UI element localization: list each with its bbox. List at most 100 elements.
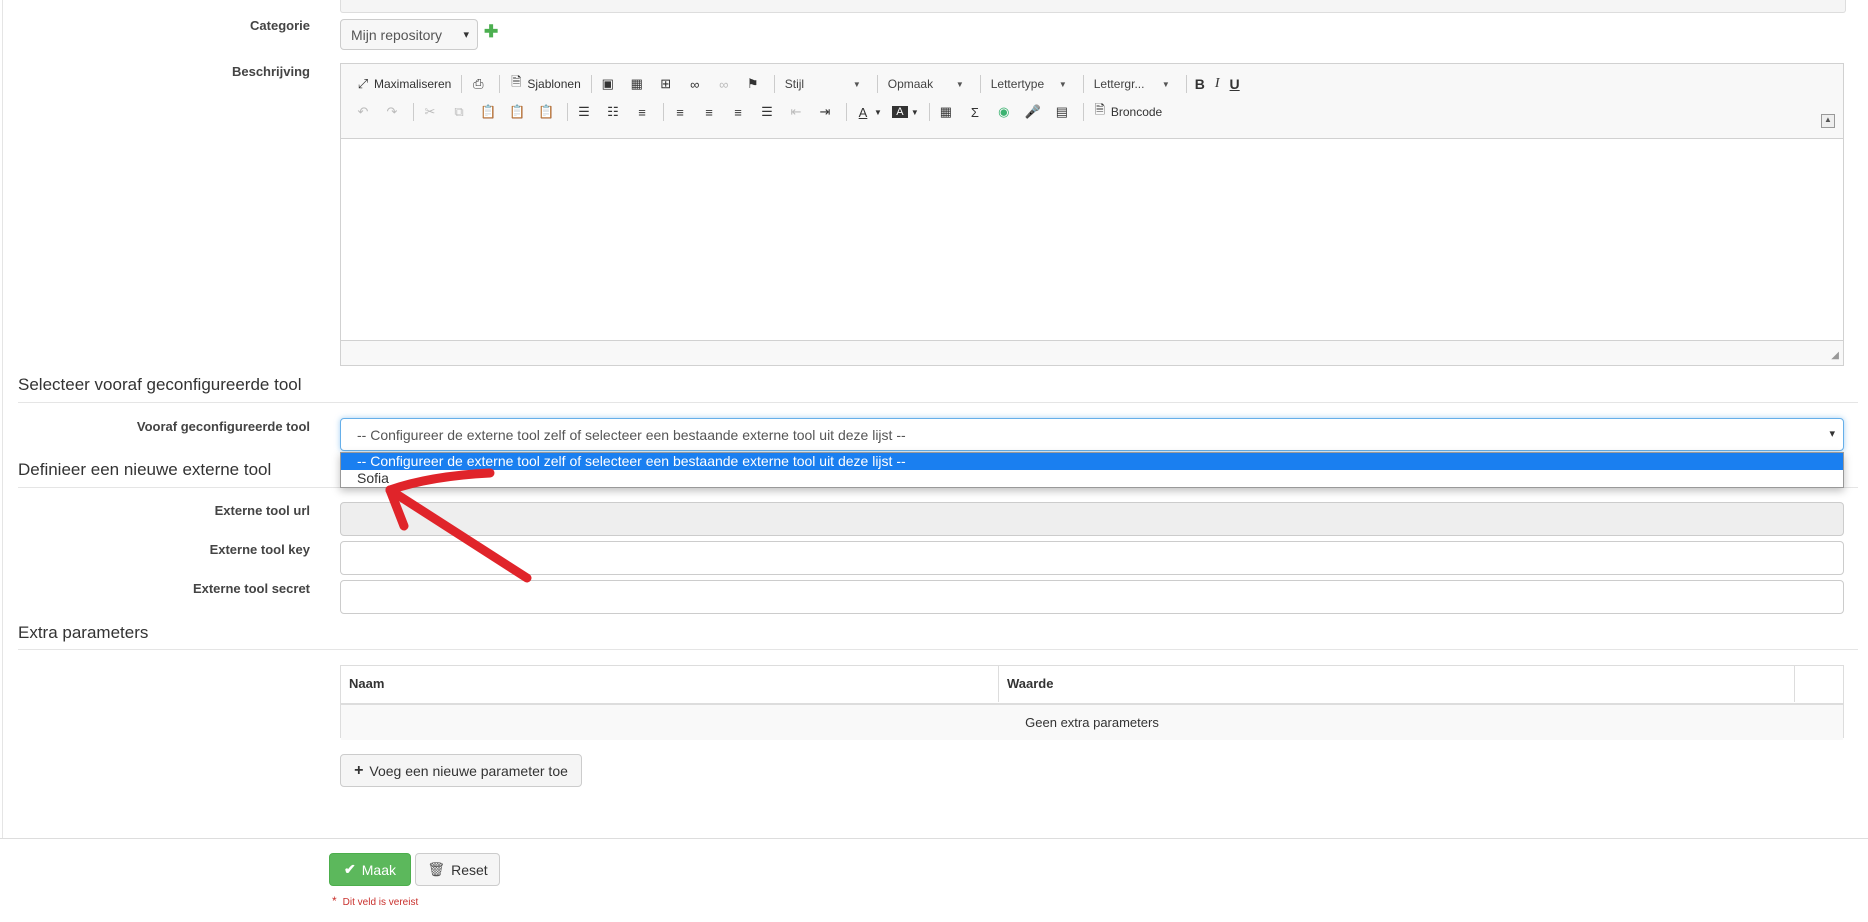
link-icon: ∞ xyxy=(690,76,700,92)
reset-button[interactable]: 🗑 Reset xyxy=(415,853,500,886)
divider xyxy=(18,649,1858,650)
plugin-button[interactable]: ◉ xyxy=(992,101,1019,123)
required-note-text: Dit veld is vereist xyxy=(342,897,419,908)
toolbar-separator xyxy=(1185,75,1187,93)
collapse-toolbar-icon[interactable]: ▲ xyxy=(1821,114,1835,128)
numbered-list-button[interactable]: ☰ xyxy=(572,101,599,123)
numbered-list-icon: ☰ xyxy=(578,104,590,119)
record-audio-button[interactable]: 🎤 xyxy=(1021,101,1048,123)
maximize-label: Maximaliseren xyxy=(374,77,452,91)
maximize-button[interactable]: ⤢ Maximaliseren xyxy=(351,73,455,95)
align-right-button[interactable]: ≡ xyxy=(726,101,753,123)
paste-icon: 📋 xyxy=(480,104,497,119)
divider xyxy=(18,402,1858,403)
chevron-down-icon: ▾ xyxy=(463,29,469,41)
embed-button[interactable]: ⊞ xyxy=(654,73,681,95)
justify-button[interactable]: ☰ xyxy=(755,101,782,123)
paste-button[interactable]: 📋 xyxy=(476,101,503,123)
flag-icon: ⚑ xyxy=(746,76,759,91)
align-center-button[interactable]: ≡ xyxy=(697,101,724,123)
trash-icon: 🗑 xyxy=(427,861,446,877)
categorie-select[interactable]: Mijn repository ▾ xyxy=(340,19,478,50)
copy-icon: ⧉ xyxy=(454,104,464,119)
italic-button[interactable]: I xyxy=(1211,73,1224,95)
preconfigured-tool-select[interactable]: -- Configureer de externe tool zelf of s… xyxy=(340,418,1844,451)
source-icon: 🗎 xyxy=(1094,102,1106,117)
toolbar-separator xyxy=(1082,75,1084,93)
reset-label: Reset xyxy=(451,861,488,878)
justify-icon: ☰ xyxy=(761,104,773,119)
underline-button[interactable]: U xyxy=(1226,73,1244,95)
column-header-actions xyxy=(1795,666,1843,702)
math-button[interactable]: Σ xyxy=(963,101,990,123)
font-combo-label: Lettertype xyxy=(990,77,1045,91)
outdent-button[interactable]: ⇤ xyxy=(784,101,811,123)
preconfigured-tool-select-value: -- Configureer de externe tool zelf of s… xyxy=(357,427,906,443)
print-button[interactable]: ⎙ xyxy=(466,73,493,95)
style-combo[interactable]: Stijl ▼ xyxy=(779,74,867,94)
unlink-button[interactable]: ∞ xyxy=(712,73,739,95)
source-button[interactable]: 🗎 Broncode xyxy=(1088,101,1166,123)
format-combo-label: Opmaak xyxy=(887,77,934,91)
font-size-combo[interactable]: Lettergr... ▼ xyxy=(1088,74,1176,94)
previous-field-edge xyxy=(340,0,1846,13)
background-color-icon: A xyxy=(891,106,908,118)
categorie-select-value: Mijn repository xyxy=(351,27,443,43)
background-color-button[interactable]: A ▼ xyxy=(888,101,923,123)
bulleted-list-button[interactable]: ☷ xyxy=(601,101,628,123)
toolbar-separator xyxy=(846,103,847,121)
toolbar-separator xyxy=(461,75,463,93)
toolbar-separator xyxy=(876,75,878,93)
snippet-button[interactable]: ▤ xyxy=(1050,101,1077,123)
beschrijving-label: Beschrijving xyxy=(231,64,310,79)
external-tool-secret-label: Externe tool secret xyxy=(192,581,310,596)
font-combo[interactable]: Lettertype ▼ xyxy=(985,74,1073,94)
text-color-button[interactable]: A ▼ xyxy=(851,101,886,123)
image-button[interactable]: ▣ xyxy=(596,73,623,95)
toolbar-separator xyxy=(1082,103,1084,121)
dropdown-option-sofia[interactable]: Sofia xyxy=(341,470,1843,487)
cut-button[interactable]: ✂ xyxy=(418,101,445,123)
copy-button[interactable]: ⧉ xyxy=(447,101,474,123)
redo-button[interactable]: ↷ xyxy=(380,101,407,123)
dropdown-arrow-icon: ▼ xyxy=(1161,79,1170,89)
add-category-icon[interactable]: ✚ xyxy=(484,22,498,42)
horizontal-rule-button[interactable]: ≡ xyxy=(630,101,657,123)
dropdown-arrow-icon: ▼ xyxy=(874,107,882,117)
bulleted-list-icon: ☷ xyxy=(607,104,619,119)
submit-button[interactable]: ✔ Maak xyxy=(329,853,411,886)
indent-button[interactable]: ⇥ xyxy=(813,101,840,123)
align-left-button[interactable]: ≡ xyxy=(668,101,695,123)
undo-button[interactable]: ↶ xyxy=(351,101,378,123)
dropdown-arrow-icon: ▼ xyxy=(852,79,861,89)
video-button[interactable]: ▦ xyxy=(625,73,652,95)
text-color-icon: A xyxy=(858,104,868,120)
templates-button[interactable]: 🗎 Sjablonen xyxy=(504,73,584,95)
anchor-button[interactable]: ⚑ xyxy=(741,73,768,95)
external-tool-url-label: Externe tool url xyxy=(214,503,310,518)
table-button[interactable]: ▦ xyxy=(934,101,961,123)
paste-text-button[interactable]: 📋 xyxy=(505,101,532,123)
link-button[interactable]: ∞ xyxy=(683,73,710,95)
external-tool-url-input[interactable] xyxy=(340,502,1844,536)
resize-handle-icon[interactable]: ◢ xyxy=(1831,350,1839,361)
bold-button[interactable]: B xyxy=(1191,73,1209,95)
external-tool-secret-input[interactable] xyxy=(340,580,1844,614)
external-tool-key-input[interactable] xyxy=(340,541,1844,575)
embed-icon: ⊞ xyxy=(660,76,672,91)
editor-toolbar-row-2: ↶ ↷ ✂ ⧉ 📋 📋 📋 ☰ ☷ ≡ ≡ ≡ ≡ ☰ ⇤ ⇥ A ▼ A ▼ ▦ … xyxy=(351,100,1168,124)
toolbar-separator xyxy=(590,75,592,93)
dropdown-option-configure[interactable]: -- Configureer de externe tool zelf of s… xyxy=(341,453,1843,470)
categorie-label: Categorie xyxy=(250,18,310,33)
plus-icon: + xyxy=(354,761,364,779)
format-combo[interactable]: Opmaak ▼ xyxy=(882,74,970,94)
editor-content-area[interactable] xyxy=(341,138,1843,341)
toolbar-separator xyxy=(773,75,775,93)
form-left-border xyxy=(2,0,3,838)
source-label: Broncode xyxy=(1110,105,1163,119)
add-parameter-button[interactable]: + Voeg een nieuwe parameter toe xyxy=(340,754,582,787)
style-combo-label: Stijl xyxy=(784,77,805,91)
section-title-extra-parameters: Extra parameters xyxy=(18,623,149,642)
paste-word-button[interactable]: 📋 xyxy=(534,101,561,123)
microphone-icon: 🎤 xyxy=(1024,104,1042,119)
